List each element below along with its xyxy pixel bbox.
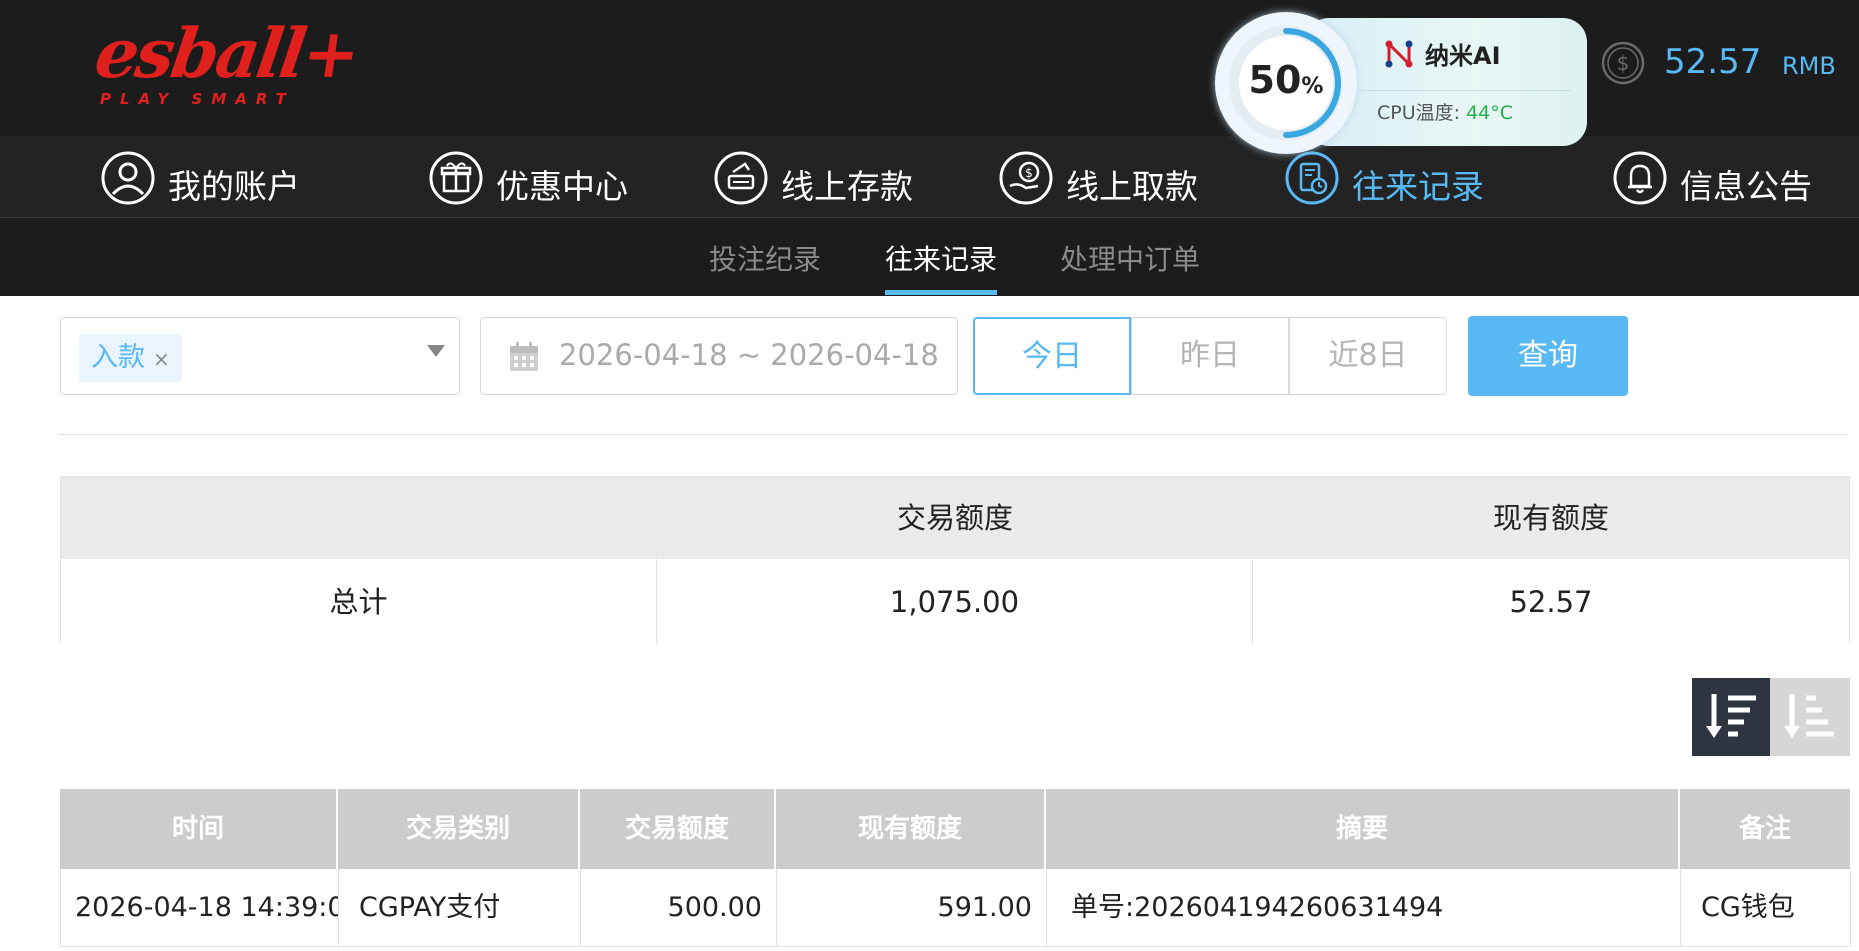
svg-text:$: $ bbox=[1617, 51, 1630, 75]
column-header-amount: 交易额度 bbox=[580, 789, 776, 869]
cell-balance: 591.00 bbox=[777, 869, 1047, 947]
summary-header-cell: 现有额度 bbox=[1492, 501, 1609, 535]
transaction-type-select[interactable]: 入款 × bbox=[60, 317, 460, 395]
cell-time: 2026-04-18 14:39:07 bbox=[61, 869, 339, 947]
user-icon bbox=[101, 151, 155, 205]
column-header-balance: 现有额度 bbox=[776, 789, 1046, 869]
tab-transaction-records[interactable]: 往来记录 bbox=[885, 238, 997, 278]
last-8-days-button[interactable]: 近8日 bbox=[1289, 317, 1447, 395]
records-header-row: 时间 交易类别 交易额度 现有额度 摘要 备注 bbox=[60, 789, 1850, 869]
cpu-temp-value: 44°C bbox=[1466, 102, 1514, 124]
cell-remark: CG钱包 bbox=[1681, 869, 1851, 947]
nav-label: 我的账户 bbox=[168, 167, 300, 206]
svg-text:$: $ bbox=[1025, 166, 1033, 180]
column-header-summary: 摘要 bbox=[1046, 789, 1680, 869]
sort-descending-button[interactable] bbox=[1692, 678, 1770, 756]
cell-summary: 单号:202604194260631494 bbox=[1047, 869, 1681, 947]
summary-header-cell bbox=[61, 477, 657, 559]
date-range-picker[interactable]: 2026-04-18 ~ 2026-04-18 bbox=[480, 317, 958, 395]
deposit-icon bbox=[714, 151, 768, 205]
sort-descending-icon bbox=[1706, 694, 1756, 738]
summary-header-row: 交易额度 现有额度 bbox=[61, 477, 1849, 559]
withdraw-icon: $ bbox=[999, 151, 1053, 205]
logo-tagline: PLAY SMART bbox=[100, 90, 295, 108]
query-button[interactable]: 查询 bbox=[1468, 316, 1628, 396]
cell-amount: 500.00 bbox=[581, 869, 777, 947]
nano-ai-logo-icon bbox=[1385, 40, 1413, 68]
chevron-down-icon[interactable] bbox=[427, 345, 445, 357]
records-icon bbox=[1285, 151, 1339, 205]
nav-label: 信息公告 bbox=[1680, 167, 1812, 206]
nav-label: 线上存款 bbox=[781, 167, 913, 206]
records-table: 时间 交易类别 交易额度 现有额度 摘要 备注 2026-04-18 14:39… bbox=[60, 789, 1851, 951]
today-button[interactable]: 今日 bbox=[973, 317, 1131, 395]
yesterday-button[interactable]: 昨日 bbox=[1131, 317, 1289, 395]
column-header-remark: 备注 bbox=[1738, 814, 1791, 844]
logo-main-text: esball+ bbox=[90, 14, 363, 94]
sub-navigation: 投注纪录 往来记录 处理中订单 bbox=[0, 218, 1859, 296]
column-header-time: 时间 bbox=[60, 789, 338, 869]
balance-currency: RMB bbox=[1782, 52, 1836, 80]
summary-cell: 1,075.00 bbox=[657, 559, 1253, 645]
nav-label: 往来记录 bbox=[1352, 167, 1484, 206]
cpu-temperature: CPU温度: 44°C bbox=[1377, 102, 1514, 124]
dollar-coin-icon: $ bbox=[1601, 41, 1645, 85]
date-range-text: 2026-04-18 ~ 2026-04-18 bbox=[559, 338, 939, 372]
cell-type: CGPAY支付 bbox=[339, 869, 581, 947]
quick-date-range-group: 昨日 近8日 今日 bbox=[973, 317, 1449, 395]
gift-icon bbox=[429, 151, 483, 205]
summary-total-row: 总计 1,075.00 52.57 bbox=[61, 559, 1849, 645]
column-header-type: 交易类别 bbox=[338, 789, 580, 869]
summary-cell: 52.57 bbox=[1509, 585, 1593, 619]
selected-type-tag: 入款 × bbox=[79, 334, 182, 382]
bell-icon bbox=[1613, 151, 1667, 205]
sort-ascending-icon bbox=[1784, 694, 1834, 738]
cpu-usage-gauge: 50% bbox=[1215, 12, 1357, 154]
calendar-icon bbox=[510, 342, 538, 371]
tab-bet-records[interactable]: 投注纪录 bbox=[709, 238, 821, 278]
balance-amount: 52.57 bbox=[1664, 42, 1762, 82]
ai-divider bbox=[1361, 90, 1571, 91]
tag-label: 入款 bbox=[91, 342, 145, 373]
summary-cell: 总计 bbox=[61, 559, 657, 645]
nav-label: 线上取款 bbox=[1066, 167, 1198, 206]
sort-ascending-button[interactable] bbox=[1770, 678, 1850, 756]
esball-logo[interactable]: esball+ PLAY SMART bbox=[90, 14, 362, 110]
table-row[interactable]: 2026-04-18 14:39:07 CGPAY支付 500.00 591.0… bbox=[60, 869, 1851, 947]
divider bbox=[58, 434, 1848, 435]
tab-pending-orders[interactable]: 处理中订单 bbox=[1060, 238, 1200, 278]
main-navigation: 我的账户 优惠中心 线上存款 $ 线上取款 往来记录 信息公告 bbox=[0, 136, 1859, 218]
summary-header-cell: 交易额度 bbox=[896, 501, 1013, 535]
tag-close-icon[interactable]: × bbox=[153, 347, 170, 371]
nav-label: 优惠中心 bbox=[496, 167, 628, 206]
summary-table: 交易额度 现有额度 总计 1,075.00 52.57 bbox=[60, 476, 1850, 645]
ai-assistant-widget[interactable]: 50% 纳米AI CPU温度: 44°C bbox=[1215, 12, 1587, 154]
ai-brand-name: 纳米AI bbox=[1425, 42, 1501, 70]
usage-percent: 50% bbox=[1248, 58, 1324, 102]
active-tab-indicator bbox=[885, 290, 997, 295]
